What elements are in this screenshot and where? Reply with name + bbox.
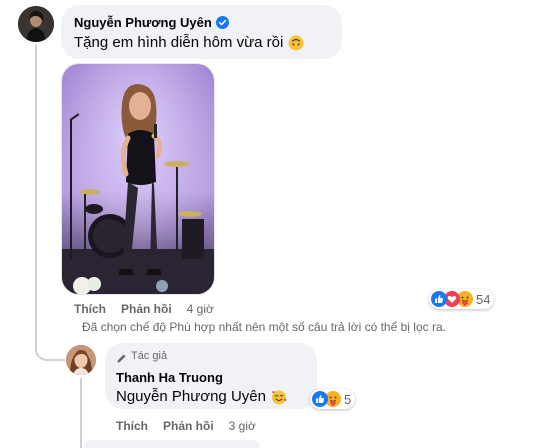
reply-avatar[interactable] <box>66 345 96 375</box>
upside-down-face-icon <box>288 35 304 51</box>
pencil-icon <box>116 351 127 363</box>
like-icon <box>431 291 447 307</box>
smiling-face-with-hearts-icon <box>271 389 287 405</box>
reply-mention[interactable]: Nguyễn Phương Uyên <box>116 388 266 405</box>
reply-thread-line <box>80 378 82 448</box>
reply-like-button[interactable]: Thích <box>116 419 148 433</box>
reply-bubble: Tác giả Thanh Ha Truong Nguyễn Phương Uy… <box>105 343 317 409</box>
reply-author[interactable]: Thanh Ha Truong <box>116 370 223 385</box>
like-button[interactable]: Thích <box>74 302 106 316</box>
like-icon <box>312 391 328 407</box>
thread-line <box>35 44 37 339</box>
comment-photo[interactable] <box>61 63 215 295</box>
comment-author[interactable]: Nguyễn Phương Uyên <box>74 15 212 30</box>
avatar[interactable] <box>18 6 54 42</box>
comment-timestamp[interactable]: 4 giờ <box>187 302 214 316</box>
reply-timestamp[interactable]: 3 giờ <box>229 419 256 433</box>
reaction-count: 54 <box>476 291 491 307</box>
reaction-summary[interactable]: 54 <box>429 289 495 309</box>
reply-reply-button[interactable]: Phản hồi <box>163 419 214 433</box>
next-reply-bubble <box>84 440 260 448</box>
thread-connector <box>35 339 65 361</box>
verified-badge-icon <box>215 16 229 29</box>
reply-button[interactable]: Phản hồi <box>121 302 172 316</box>
comment-text: Tặng em hình diễn hôm vừa rồi <box>74 34 284 51</box>
filter-note: Đã chọn chế độ Phù hợp nhất nên một số c… <box>82 320 446 334</box>
reply-reaction-summary[interactable]: 5 <box>310 389 356 409</box>
reply-reaction-count: 5 <box>344 391 352 407</box>
author-badge: Tác giả <box>131 350 168 362</box>
comment-bubble: Nguyễn Phương Uyên Tặng em hình diễn hôm… <box>61 5 342 59</box>
